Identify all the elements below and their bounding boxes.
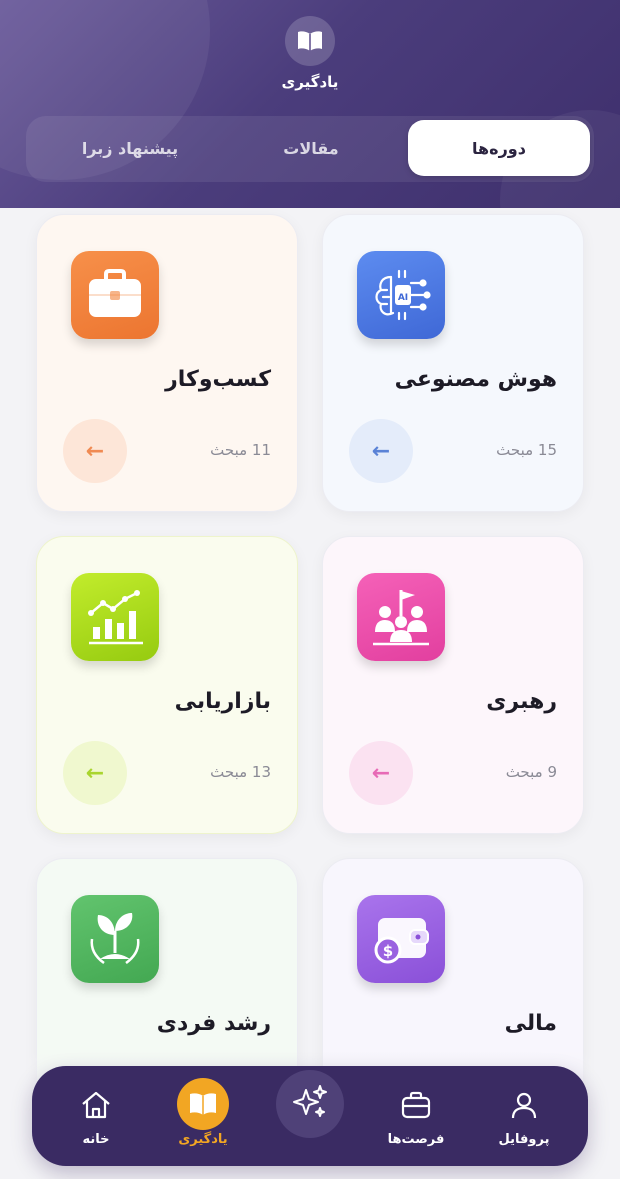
course-card-business[interactable]: کسب‌وکار 11 مبحث ← [36, 214, 298, 512]
topic-count: 13 مبحث [210, 763, 271, 781]
book-icon [177, 1078, 229, 1130]
arrow-left-icon: ← [85, 438, 105, 464]
arrow-left-icon: ← [85, 760, 105, 786]
bottom-nav: پروفایل فرصت‌ها [32, 1066, 588, 1166]
leadership-flag-icon [357, 573, 445, 661]
topic-count: 9 مبحث [505, 763, 557, 781]
briefcase-icon [71, 251, 159, 339]
topic-count: 11 مبحث [210, 441, 271, 459]
course-title: مالی [504, 1011, 557, 1036]
topic-count: 15 مبحث [496, 441, 557, 459]
nav-item-opportunities[interactable]: فرصت‌ها [366, 1066, 466, 1166]
user-icon [507, 1088, 541, 1122]
course-title: کسب‌وکار [165, 367, 271, 392]
svg-text:AI: AI [398, 293, 408, 303]
tab-zebra-suggestions[interactable]: پیشنهاد زبرا [40, 120, 220, 176]
open-course-button[interactable]: ← [349, 419, 413, 483]
header: یادگیری دوره‌ها مقالات پیشنهاد زبرا [0, 0, 620, 208]
page-title: یادگیری [281, 73, 339, 91]
wallet-dollar-icon: $ [357, 895, 445, 983]
nav-item-learning[interactable]: یادگیری [153, 1066, 253, 1166]
book-icon [285, 16, 335, 66]
nav-item-home[interactable]: خانه [46, 1066, 146, 1166]
tab-bar: دوره‌ها مقالات پیشنهاد زبرا [26, 116, 594, 182]
course-card-leadership[interactable]: رهبری 9 مبحث ← [322, 536, 584, 834]
nav-label: یادگیری [178, 1132, 228, 1147]
growth-chart-icon [71, 573, 159, 661]
svg-text:$: $ [383, 942, 393, 960]
briefcase-icon [399, 1088, 433, 1122]
ai-chip-icon: AI [357, 251, 445, 339]
ai-assistant-button[interactable] [276, 1070, 344, 1138]
course-title: هوش مصنوعی [394, 367, 557, 392]
arrow-left-icon: ← [371, 438, 391, 464]
tab-courses[interactable]: دوره‌ها [408, 120, 590, 176]
nav-label: خانه [82, 1132, 110, 1147]
course-title: بازاریابی [174, 689, 271, 714]
open-course-button[interactable]: ← [63, 741, 127, 805]
plant-sprout-icon [71, 895, 159, 983]
nav-label: فرصت‌ها [387, 1132, 445, 1147]
course-title: رشد فردی [156, 1011, 271, 1036]
open-course-button[interactable]: ← [63, 419, 127, 483]
nav-item-profile[interactable]: پروفایل [474, 1066, 574, 1166]
course-card-ai[interactable]: AI هوش مصنوعی 15 مبحث ← [322, 214, 584, 512]
home-icon [79, 1088, 113, 1122]
course-card-marketing[interactable]: بازاریابی 13 مبحث ← [36, 536, 298, 834]
nav-label: پروفایل [498, 1132, 550, 1147]
open-course-button[interactable]: ← [349, 741, 413, 805]
tab-articles[interactable]: مقالات [226, 120, 396, 176]
arrow-left-icon: ← [371, 760, 391, 786]
sparkles-icon [292, 1084, 328, 1124]
course-title: رهبری [486, 689, 557, 714]
